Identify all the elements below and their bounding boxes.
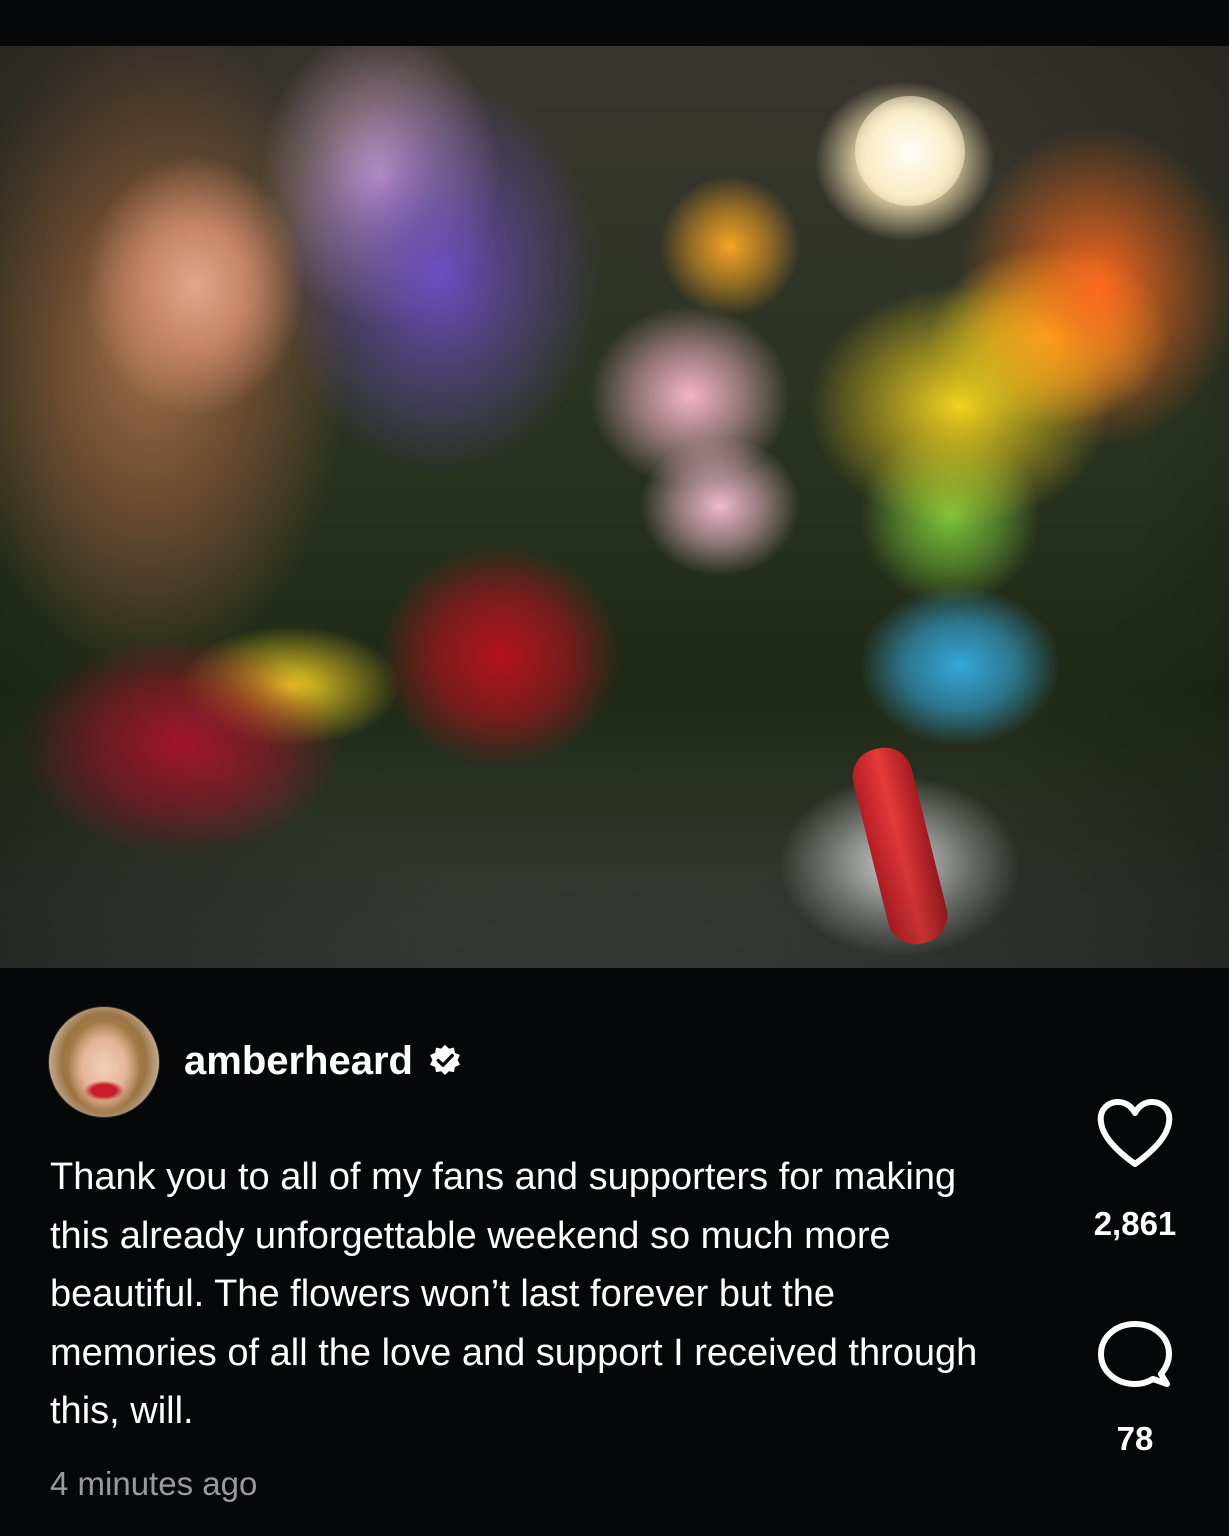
post-timestamp: 4 minutes ago xyxy=(50,1465,258,1502)
profile-avatar[interactable] xyxy=(48,1006,160,1118)
like-button[interactable] xyxy=(1075,1098,1195,1170)
username[interactable]: amberheard xyxy=(184,1039,413,1084)
author-row: amberheard xyxy=(184,1036,463,1086)
top-bar xyxy=(0,0,1229,46)
comment-bubble-icon xyxy=(1098,1321,1172,1387)
verified-badge-icon xyxy=(430,1044,460,1076)
post-photo[interactable] xyxy=(0,46,1229,968)
comment-count: 78 xyxy=(1116,1420,1154,1457)
like-count: 2,861 xyxy=(1093,1205,1177,1242)
comment-button[interactable] xyxy=(1075,1318,1195,1390)
post-caption: Thank you to all of my fans and supporte… xyxy=(50,1156,978,1432)
heart-icon xyxy=(1097,1099,1173,1167)
photo-vignette xyxy=(0,46,1229,968)
